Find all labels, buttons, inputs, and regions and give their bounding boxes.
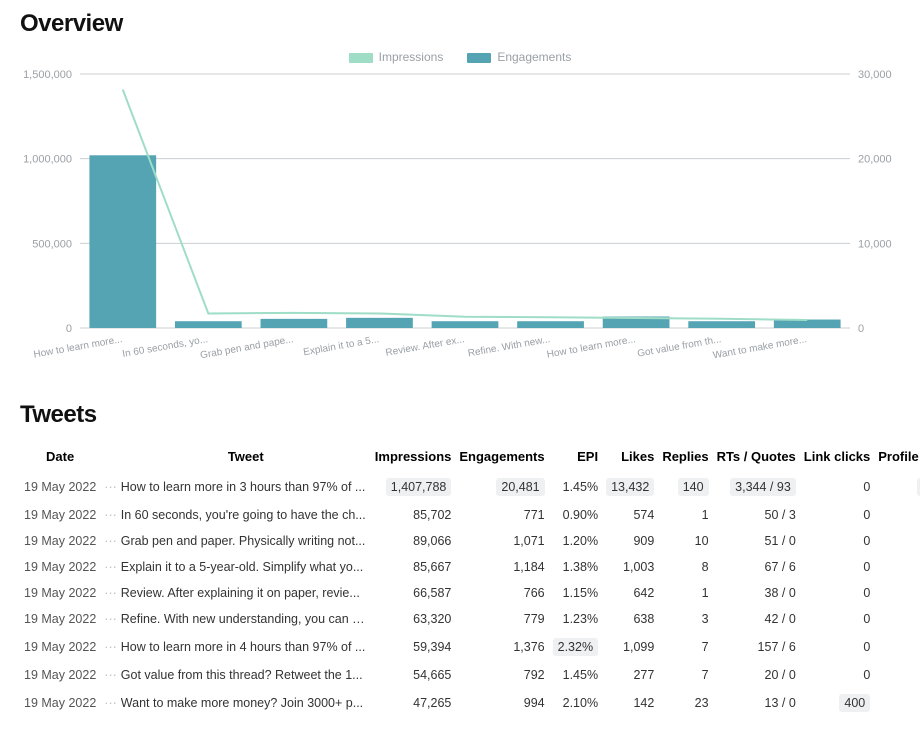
tweets-table: Date Tweet Impressions Engagements EPI L… [20, 441, 920, 718]
chart-svg: 0 500,000 1,000,000 1,500,000 0 10,000 20,000 3… [20, 68, 900, 378]
svg-text:Review. After ex...: Review. After ex... [385, 334, 466, 359]
svg-text:10,000: 10,000 [858, 238, 892, 250]
svg-text:How to learn more...: How to learn more... [33, 334, 124, 360]
table-row[interactable]: 19 May 2022···In 60 seconds, you're goin… [20, 502, 920, 528]
svg-text:Got value from th...: Got value from th... [637, 334, 723, 360]
svg-text:Refine. With new...: Refine. With new... [467, 334, 551, 359]
table-row[interactable]: 19 May 2022···Got value from this thread… [20, 662, 920, 688]
more-icon[interactable]: ··· [100, 632, 121, 662]
more-icon[interactable]: ··· [100, 554, 121, 580]
svg-text:Explain it to a 5...: Explain it to a 5... [303, 334, 380, 358]
impressions-swatch [349, 53, 373, 63]
col-epi: EPI [549, 441, 602, 472]
legend-engagements: Engagements [467, 50, 571, 64]
col-rts: RTs / Quotes [713, 441, 800, 472]
more-icon[interactable]: ··· [100, 580, 121, 606]
table-header-row: Date Tweet Impressions Engagements EPI L… [20, 441, 920, 472]
svg-text:30,000: 30,000 [858, 69, 892, 81]
col-tweet: Tweet [121, 441, 371, 472]
more-icon[interactable]: ··· [100, 688, 121, 718]
svg-text:1,500,000: 1,500,000 [23, 69, 72, 81]
overview-heading: Overview [20, 10, 900, 38]
engagements-swatch [467, 53, 491, 63]
table-row[interactable]: 19 May 2022···Review. After explaining i… [20, 580, 920, 606]
svg-text:Grab pen and pape...: Grab pen and pape... [199, 334, 294, 361]
more-icon[interactable]: ··· [100, 606, 121, 632]
chart-area: Impressions Engagements 0 500,000 1,000,00… [20, 50, 900, 381]
col-link-clicks: Link clicks [800, 441, 874, 472]
svg-text:How to learn more...: How to learn more... [546, 334, 637, 360]
svg-text:0: 0 [858, 323, 864, 335]
table-row[interactable]: 19 May 2022···Refine. With new understan… [20, 606, 920, 632]
more-icon[interactable]: ··· [100, 662, 121, 688]
table-row[interactable]: 19 May 2022···Explain it to a 5-year-old… [20, 554, 920, 580]
col-impressions: Impressions [371, 441, 456, 472]
svg-text:1,000,000: 1,000,000 [23, 154, 72, 166]
tweets-heading: Tweets [20, 401, 900, 429]
table-row[interactable]: 19 May 2022···Grab pen and paper. Physic… [20, 528, 920, 554]
col-likes: Likes [602, 441, 658, 472]
svg-text:20,000: 20,000 [858, 154, 892, 166]
legend-impressions: Impressions [349, 50, 444, 64]
svg-text:In 60 seconds, yo...: In 60 seconds, yo... [122, 334, 209, 360]
more-icon[interactable]: ··· [100, 472, 121, 502]
col-date: Date [20, 441, 100, 472]
table-row[interactable]: 19 May 2022···How to learn more in 4 hou… [20, 632, 920, 662]
col-replies: Replies [658, 441, 712, 472]
more-icon[interactable]: ··· [100, 528, 121, 554]
col-engagements: Engagements [455, 441, 548, 472]
table-row[interactable]: 19 May 2022···Want to make more money? J… [20, 688, 920, 718]
svg-text:500,000: 500,000 [32, 238, 72, 250]
col-profile-clicks: Profile clicks [874, 441, 920, 472]
svg-text:0: 0 [66, 323, 72, 335]
chart-legend: Impressions Engagements [20, 50, 900, 64]
svg-text:Want to make more...: Want to make more... [712, 334, 808, 361]
table-row[interactable]: 19 May 2022···How to learn more in 3 hou… [20, 472, 920, 502]
more-icon[interactable]: ··· [100, 502, 121, 528]
